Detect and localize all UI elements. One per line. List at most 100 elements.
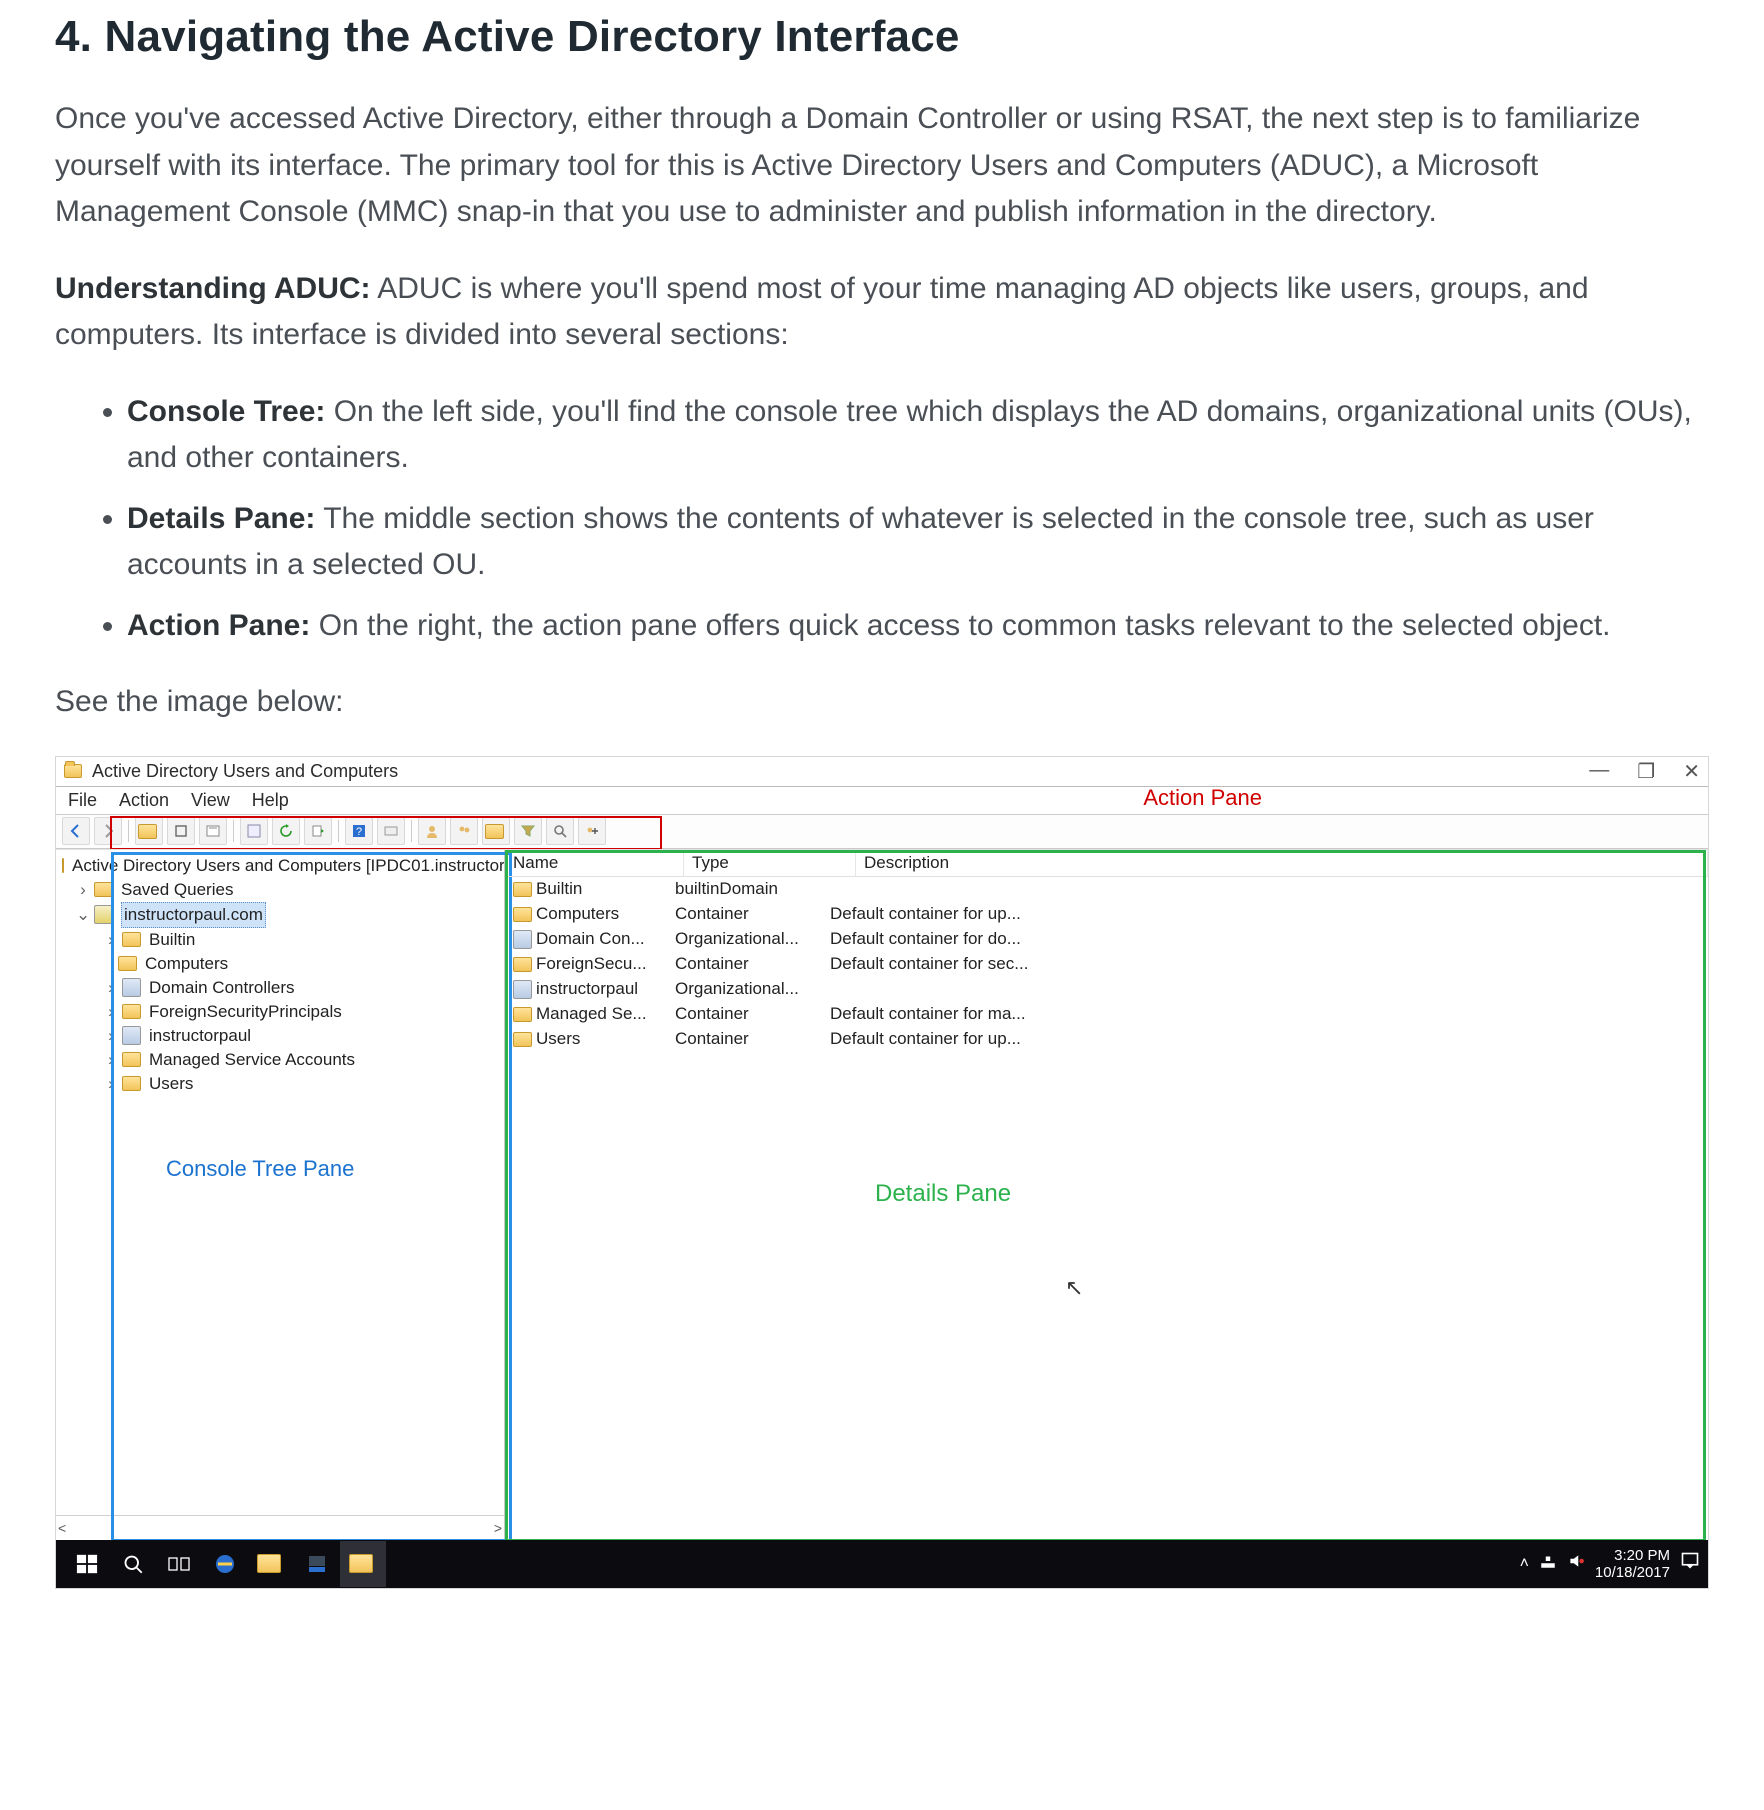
- collapse-icon[interactable]: ⌄: [76, 903, 90, 927]
- cell: Organizational...: [675, 979, 830, 999]
- list-item-text: The middle section shows the contents of…: [127, 502, 1594, 582]
- console-tree-pane[interactable]: Active Directory Users and Computers [IP…: [56, 850, 505, 1540]
- tree-item-dc[interactable]: ›Domain Controllers: [62, 976, 504, 1000]
- properties-button[interactable]: [240, 817, 268, 845]
- folder-icon: [513, 1032, 532, 1047]
- cell: Default container for up...: [830, 904, 1708, 924]
- tree-label: Users: [149, 1072, 193, 1096]
- show-hide-button[interactable]: [167, 817, 195, 845]
- help-button[interactable]: ?: [345, 817, 373, 845]
- volume-icon[interactable]: [1567, 1552, 1585, 1575]
- expand-icon[interactable]: ›: [104, 976, 118, 1000]
- tree-item-domain[interactable]: ⌄instructorpaul.com: [62, 902, 504, 928]
- col-type[interactable]: Type: [684, 850, 856, 876]
- cell: Default container for ma...: [830, 1004, 1708, 1024]
- cell: Managed Se...: [536, 1004, 647, 1024]
- cell: Builtin: [536, 879, 582, 899]
- details-row[interactable]: ComputersContainerDefault container for …: [505, 902, 1708, 927]
- filter-button[interactable]: [514, 817, 542, 845]
- tree-item-builtin[interactable]: ›Builtin: [62, 928, 504, 952]
- details-row[interactable]: Domain Con...Organizational...Default co…: [505, 927, 1708, 952]
- menu-action[interactable]: Action: [119, 790, 169, 811]
- console-tree[interactable]: Active Directory Users and Computers [IP…: [56, 850, 504, 1515]
- server-manager-button[interactable]: [294, 1541, 340, 1587]
- tree-item-users[interactable]: › Users: [62, 1072, 504, 1096]
- network-icon[interactable]: [1539, 1552, 1557, 1575]
- details-row[interactable]: instructorpaulOrganizational...: [505, 977, 1708, 1002]
- start-button[interactable]: [64, 1541, 110, 1587]
- expand-icon[interactable]: ›: [104, 1000, 118, 1024]
- tree-label: Active Directory Users and Computers [IP…: [72, 854, 504, 878]
- menu-view[interactable]: View: [191, 790, 230, 811]
- minimize-button[interactable]: —: [1589, 759, 1609, 784]
- refresh-button[interactable]: [272, 817, 300, 845]
- details-header[interactable]: Name Type Description: [505, 850, 1708, 877]
- ou-icon: [513, 980, 532, 999]
- forward-button[interactable]: [94, 817, 122, 845]
- expand-icon[interactable]: ›: [76, 878, 90, 902]
- new-ou-button[interactable]: [482, 817, 510, 845]
- aduc-taskbar-button[interactable]: [340, 1541, 386, 1587]
- tree-item-msa[interactable]: › Managed Service Accounts: [62, 1048, 504, 1072]
- new-user-button[interactable]: [418, 817, 446, 845]
- task-view-button[interactable]: [156, 1541, 202, 1587]
- col-desc[interactable]: Description: [856, 850, 1708, 876]
- work-area: Console Tree Pane Active Directory Users…: [56, 849, 1708, 1540]
- section-heading: 4. Navigating the Active Directory Inter…: [55, 12, 1709, 62]
- expand-icon[interactable]: ›: [104, 1048, 118, 1072]
- up-button[interactable]: [135, 817, 163, 845]
- cell: Default container for sec...: [830, 954, 1708, 974]
- tree-root[interactable]: Active Directory Users and Computers [IP…: [62, 854, 504, 878]
- folder-icon: [94, 882, 113, 897]
- menu-file[interactable]: File: [68, 790, 97, 811]
- search-taskbar-button[interactable]: [110, 1541, 156, 1587]
- expand-icon[interactable]: ›: [104, 928, 118, 952]
- folder-icon: [513, 882, 532, 897]
- details-row[interactable]: BuiltinbuiltinDomain: [505, 877, 1708, 902]
- scroll-left-icon[interactable]: <: [58, 1520, 66, 1536]
- search-button[interactable]: [546, 817, 574, 845]
- back-button[interactable]: [62, 817, 90, 845]
- new-group-button[interactable]: [450, 817, 478, 845]
- delete-button[interactable]: [199, 817, 227, 845]
- find-button[interactable]: [377, 817, 405, 845]
- tree-item-fsp[interactable]: ›ForeignSecurityPrincipals: [62, 1000, 504, 1024]
- tree-item-saved-queries[interactable]: ›Saved Queries: [62, 878, 504, 902]
- aduc-screenshot: Active Directory Users and Computers — ❐…: [55, 756, 1709, 1589]
- col-name[interactable]: Name: [505, 850, 684, 876]
- notifications-icon[interactable]: [1680, 1551, 1700, 1576]
- add-to-group-button[interactable]: [578, 817, 606, 845]
- expand-icon[interactable]: ›: [104, 1072, 118, 1096]
- toolbar: ?: [56, 815, 1708, 849]
- folder-icon: [513, 957, 532, 972]
- tree-item-instructorpaul[interactable]: ›instructorpaul: [62, 1024, 504, 1048]
- expand-icon[interactable]: ›: [104, 1024, 118, 1048]
- list-item: Action Pane: On the right, the action pa…: [127, 603, 1709, 650]
- aduc-bold: Understanding ADUC:: [55, 272, 371, 305]
- app-icon: [64, 762, 82, 780]
- details-row[interactable]: UsersContainerDefault container for up..…: [505, 1027, 1708, 1052]
- close-button[interactable]: ✕: [1683, 759, 1700, 784]
- folder-icon: [122, 932, 141, 947]
- restore-button[interactable]: ❐: [1637, 759, 1655, 784]
- details-row[interactable]: Managed Se...ContainerDefault container …: [505, 1002, 1708, 1027]
- taskbar-clock[interactable]: 3:20 PM 10/18/2017: [1595, 1547, 1670, 1581]
- scroll-right-icon[interactable]: >: [494, 1520, 502, 1536]
- aduc-paragraph: Understanding ADUC: ADUC is where you'll…: [55, 266, 1709, 359]
- tree-item-computers[interactable]: Computers: [62, 952, 504, 976]
- console-tree-annotation: Console Tree Pane: [166, 1156, 354, 1182]
- ie-button[interactable]: [202, 1541, 248, 1587]
- list-item-text: On the right, the action pane offers qui…: [310, 609, 1610, 642]
- export-button[interactable]: [304, 817, 332, 845]
- tray-expand-icon[interactable]: ˄: [1520, 1555, 1529, 1573]
- details-pane[interactable]: Details Pane ↖ Name Type Description Bui…: [505, 850, 1708, 1540]
- menu-help[interactable]: Help: [252, 790, 289, 811]
- explorer-button[interactable]: [248, 1541, 294, 1587]
- tree-scrollbar[interactable]: < >: [56, 1515, 504, 1540]
- tree-label: Managed Service Accounts: [149, 1048, 355, 1072]
- details-row[interactable]: ForeignSecu...ContainerDefault container…: [505, 952, 1708, 977]
- list-item: Console Tree: On the left side, you'll f…: [127, 389, 1709, 482]
- window-titlebar[interactable]: Active Directory Users and Computers — ❐…: [56, 757, 1708, 787]
- taskbar[interactable]: ˄ 3:20 PM 10/18/2017: [56, 1540, 1708, 1588]
- toolbar-separator: [411, 820, 412, 842]
